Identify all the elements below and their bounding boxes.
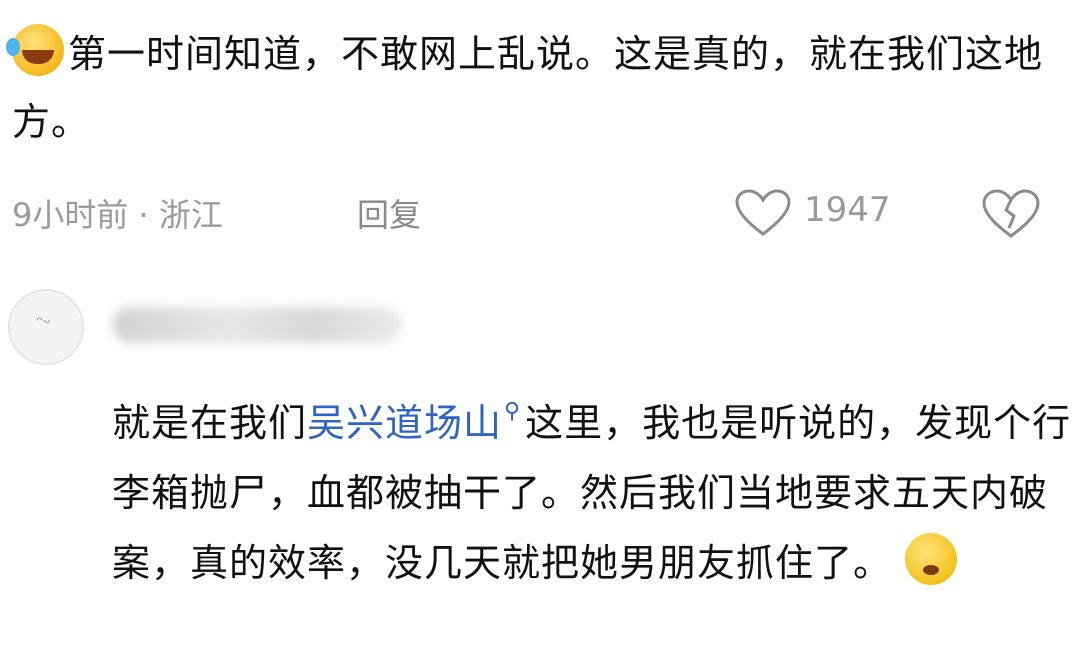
blurred-username <box>112 307 402 343</box>
like-count: 1947 <box>804 190 891 230</box>
reply-text: 就是在我们吴兴道场山⚲ 这里，我也是听说的，发现个行李箱抛尸，血都被抽干了。然后我… <box>112 377 1072 598</box>
comment-meta-row: 9小时前 · 浙江 回复 1947 <box>12 182 1072 242</box>
comment-time-location: 9小时前 · 浙江 <box>12 196 223 234</box>
pouting-emoji-icon <box>905 533 958 585</box>
search-icon[interactable]: ⚲ <box>504 377 521 447</box>
avatar[interactable]: ᵔᵕ <box>8 289 84 365</box>
laughing-crying-emoji-icon <box>6 24 64 76</box>
location-link[interactable]: 吴兴道场山 <box>307 401 502 445</box>
comment-thread: 第一时间知道，不敢网上乱说。这是真的，就在我们这地方。 9小时前 · 浙江 回复… <box>0 0 1080 645</box>
top-comment-text: 第一时间知道，不敢网上乱说。这是真的，就在我们这地方。 <box>12 32 1044 144</box>
reply-text-before: 就是在我们 <box>112 401 308 445</box>
top-comment: 第一时间知道，不敢网上乱说。这是真的，就在我们这地方。 <box>6 20 1062 156</box>
broken-heart-icon[interactable] <box>980 188 1042 240</box>
heart-icon <box>735 189 791 236</box>
reply-button[interactable]: 回复 <box>357 190 421 236</box>
avatar-placeholder-icon: ᵔᵕ <box>36 313 51 334</box>
